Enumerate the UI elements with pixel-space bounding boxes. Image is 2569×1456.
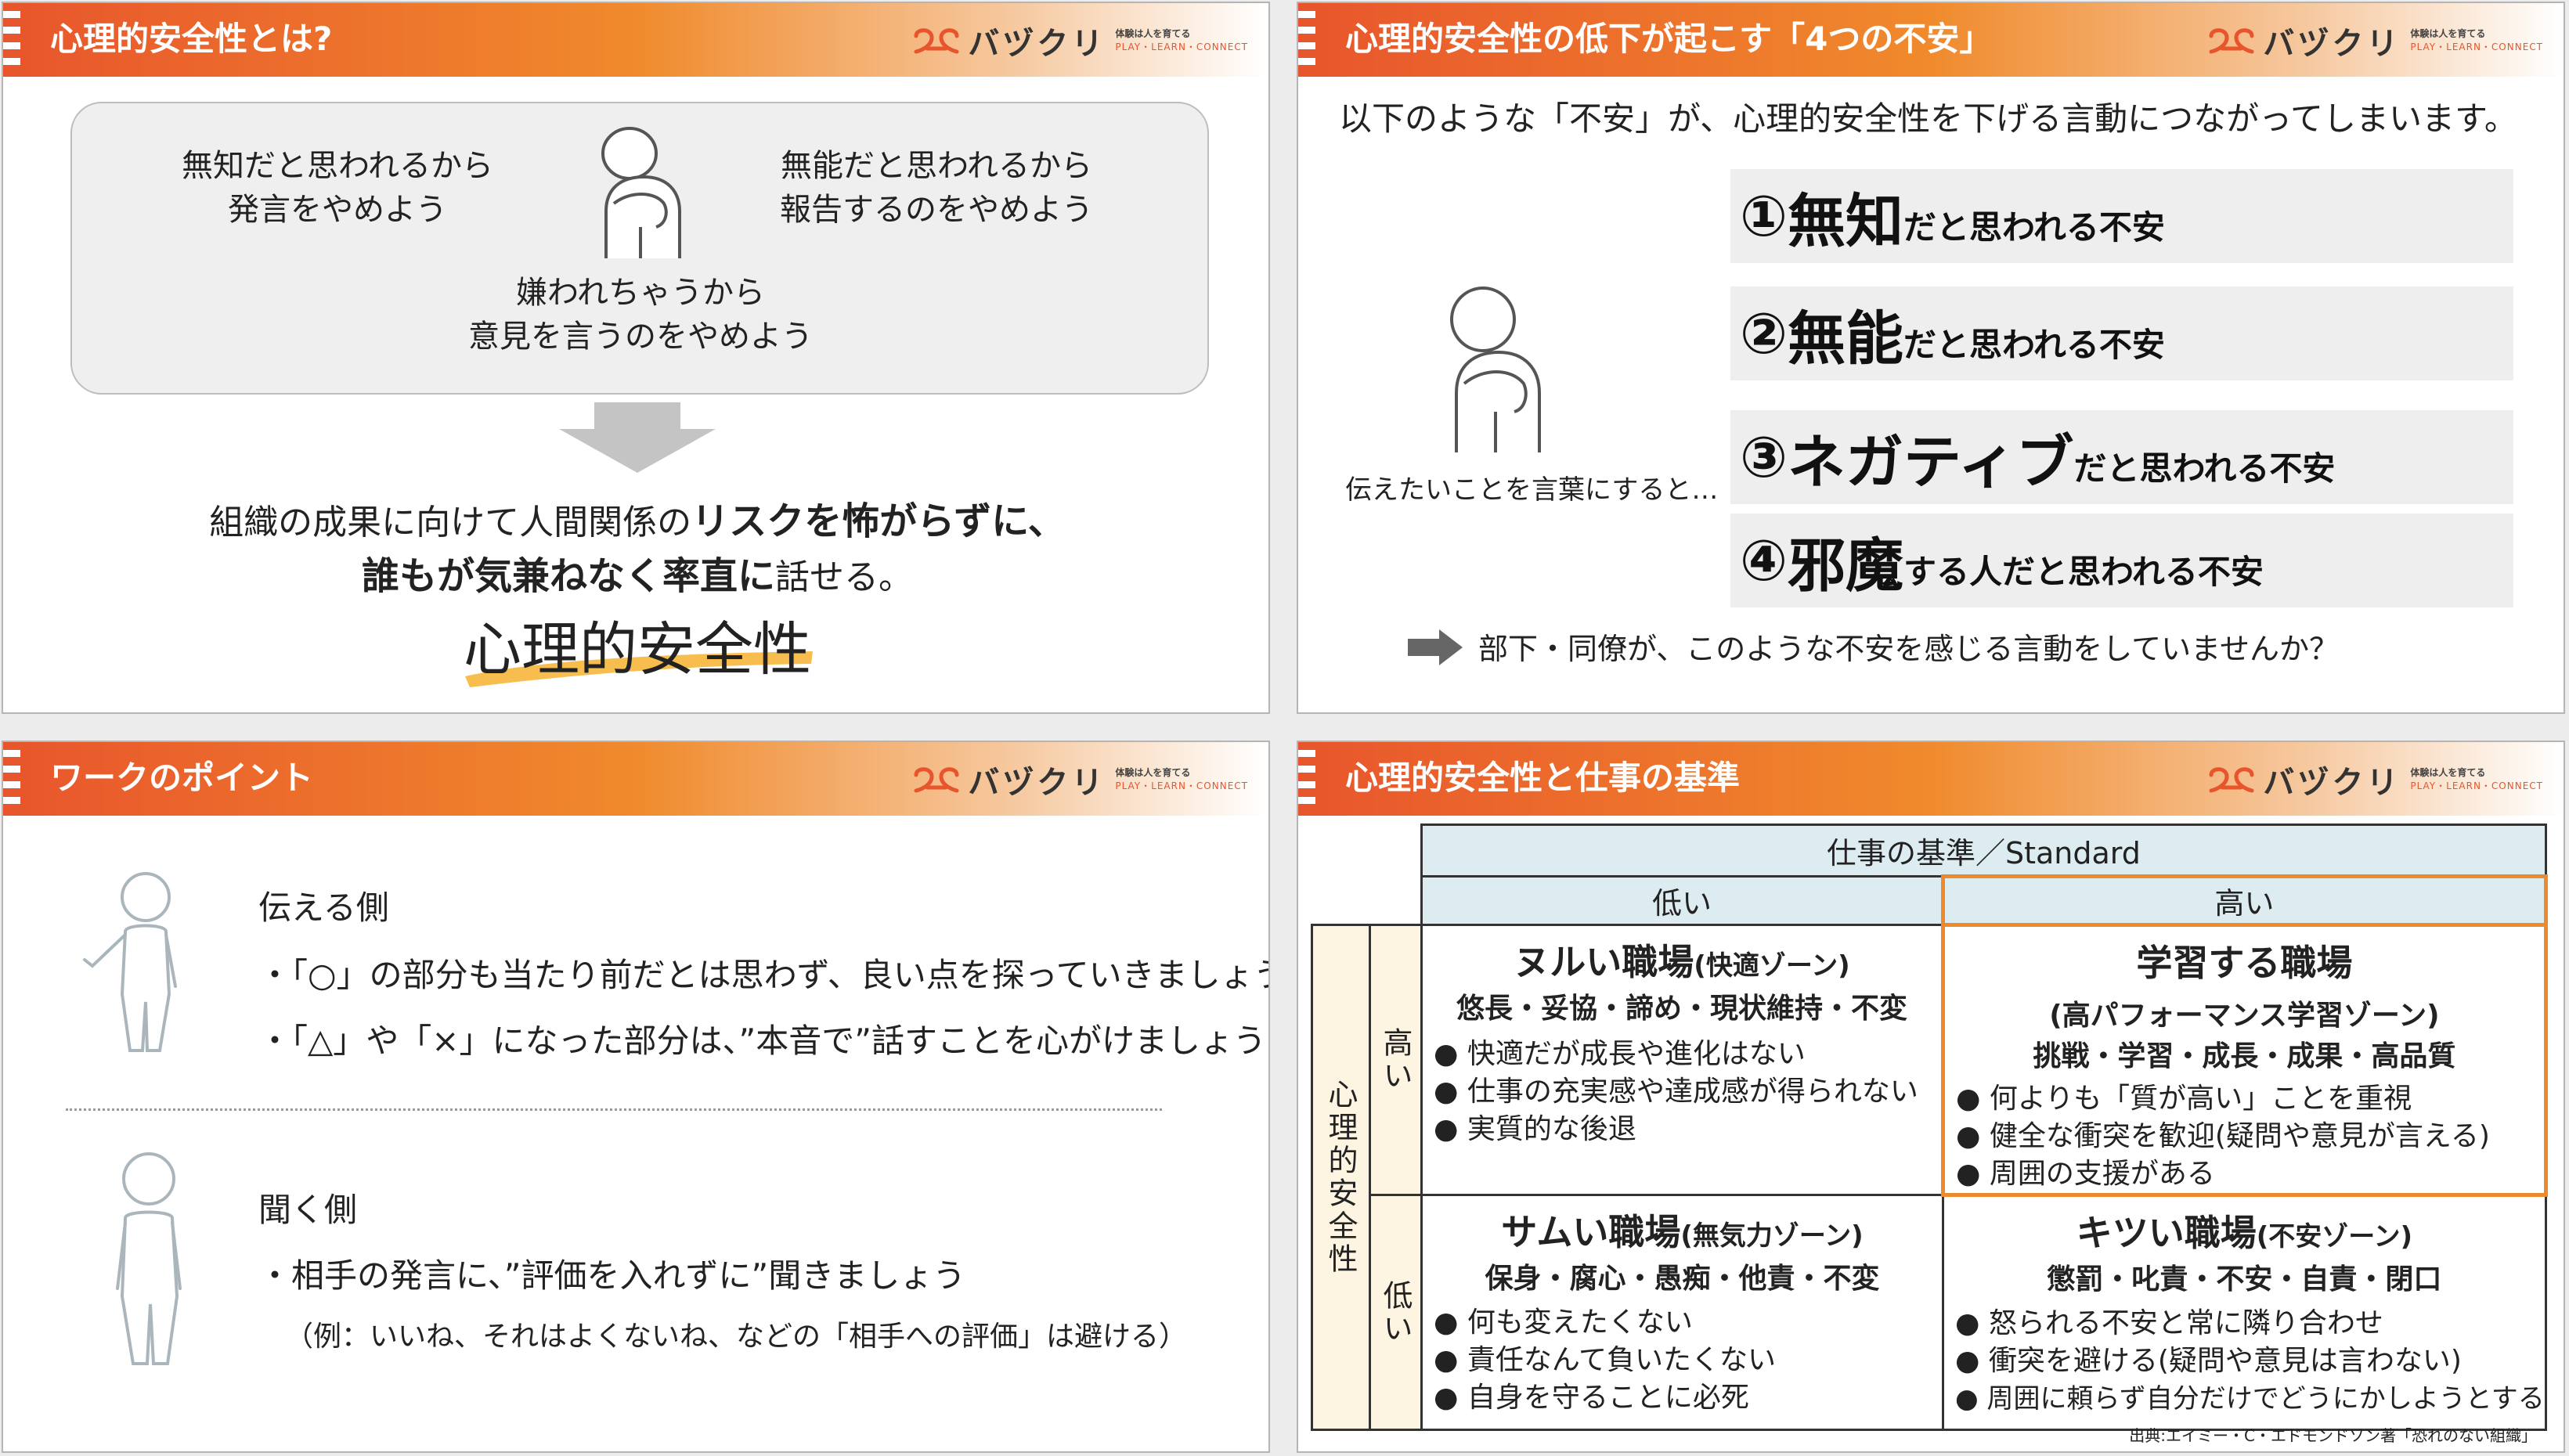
listener-example: （例：いいね、それはよくないね、などの「相手への評価」は避ける）: [285, 1321, 1188, 1353]
knot-logo-icon: [2209, 28, 2254, 54]
logo-tagline: 体験は人を育てる PLAY・LEARN・CONNECT: [2410, 28, 2543, 52]
logo-tagline: 体験は人を育てる PLAY・LEARN・CONNECT: [2410, 767, 2543, 791]
zone-lukewarm: ヌルい職場(快適ゾーン) 悠長・妥協・諦め・現状維持・不変 ● 快適だが成長や進…: [1420, 924, 1944, 1196]
keyword-psychological-safety: 心理的安全性: [464, 616, 811, 683]
slide-title: 心理的安全性と仕事の基準: [1345, 759, 1741, 797]
zone-cold: サムい職場(無気力ゾーン) 保身・腐心・愚痴・他責・不変 ● 何も変えたくない …: [1420, 1194, 1944, 1431]
reflection-question: 部下・同僚が、このような不安を感じる言動をしていませんか？: [1478, 632, 2339, 666]
caption-putting-into-words: 伝えたいことを言葉にすると…: [1345, 474, 1719, 506]
slide-title: ワークのポイント: [50, 759, 314, 797]
zone-harsh: キツい職場(不安ゾーン) 懲罰・叱責・不安・自責・閉口 ● 怒られる不安と常に隣…: [1942, 1194, 2547, 1431]
row-high: 高い: [1369, 924, 1423, 1196]
header-stripes: [3, 11, 20, 69]
logo-text: バヅクリ: [968, 26, 1106, 62]
row-header-safety: 心理的安全性: [1311, 924, 1371, 1431]
conclusion-line-1: 組織の成果に向けて人間関係のリスクを怖がらずに、: [209, 499, 1066, 543]
anxiety-item-incompetent: ② 無能 だと思われる不安: [1730, 287, 2513, 380]
logo-text: バヅクリ: [968, 765, 1106, 801]
hugging-knees-person-icon: [1450, 287, 1541, 452]
row-low: 低い: [1369, 1194, 1423, 1431]
listener-point-1: ・相手の発言に、”評価を入れずに”聞きましょう: [258, 1256, 966, 1295]
source-citation: 出典:エイミー・C・エドモンドソン著「恐れのない組織」: [2129, 1426, 2537, 1445]
anxiety-item-negative: ③ ネガティブ だと思われる不安: [1730, 410, 2513, 504]
slide-four-anxieties: 心理的安全性の低下が起こす「4つの不安」 バヅクリ 体験は人を育てる PLAY・…: [1297, 2, 2565, 714]
zone-learning: 学習する職場 (高パフォーマンス学習ゾーン) 挑戦・学習・成長・成果・高品質 ●…: [1941, 923, 2548, 1197]
listening-person-icon: [116, 1152, 182, 1365]
listener-heading: 聞く側: [258, 1191, 358, 1229]
slide-header: 心理的安全性の低下が起こす「4つの不安」 バヅクリ 体験は人を育てる PLAY・…: [1298, 3, 2564, 77]
column-high: 高い: [1941, 874, 2548, 927]
arrow-right-icon: [1408, 629, 1463, 665]
header-stripes: [1298, 11, 1315, 69]
brand-logo: バヅクリ 体験は人を育てる PLAY・LEARN・CONNECT: [911, 758, 1248, 802]
logo-text: バヅクリ: [2263, 26, 2401, 62]
conclusion-line-2: 誰もが気兼ねなく率直に話せる。: [361, 554, 913, 598]
slide-title: 心理的安全性とは?: [50, 20, 333, 58]
safety-standard-matrix: 仕事の基準／Standard 低い 高い 心理的安全性 高い ヌルい職場(快適ゾ…: [1311, 824, 2548, 1431]
speaker-point-2: ・「△」や「×」になった部分は、”本音で”話すことを心がけましょう: [258, 1022, 1267, 1060]
lead-text: 以下のような「不安」が、心理的安全性を下げる言動につながってしまいます。: [1339, 99, 2517, 138]
slide-header: 心理的安全性とは? バヅクリ 体験は人を育てる PLAY・LEARN・CONNE…: [3, 3, 1268, 77]
logo-text: バヅクリ: [2263, 765, 2401, 801]
slide-header: 心理的安全性と仕事の基準 バヅクリ 体験は人を育てる PLAY・LEARN・CO…: [1298, 742, 2564, 816]
quote-disliked: 嫌われちゃうから 意見を言うのをやめよう: [468, 275, 813, 355]
brand-logo: バヅクリ 体験は人を育てる PLAY・LEARN・CONNECT: [911, 19, 1248, 63]
anxiety-item-ignorant: ① 無知 だと思われる不安: [1730, 169, 2513, 263]
slide-title: 心理的安全性の低下が起こす「4つの不安」: [1345, 20, 1993, 58]
column-header-standard: 仕事の基準／Standard: [1420, 824, 2547, 878]
slide-work-points: ワークのポイント バヅクリ 体験は人を育てる PLAY・LEARN・CONNEC…: [2, 741, 1270, 1453]
hugging-knees-person-icon: [601, 127, 681, 258]
logo-tagline: 体験は人を育てる PLAY・LEARN・CONNECT: [1115, 28, 1248, 52]
speaker-point-1: ・「○」の部分も当たり前だとは思わず、良い点を探っていきましょう: [258, 956, 1270, 994]
speaking-person-icon: [83, 872, 177, 1052]
quote-incompetent: 無能だと思われるから 報告するのをやめよう: [780, 148, 1093, 228]
anxiety-item-disruptive: ④ 邪魔 する人だと思われる不安: [1730, 514, 2513, 607]
brand-logo: バヅクリ 体験は人を育てる PLAY・LEARN・CONNECT: [2206, 758, 2543, 802]
corner-cell: [1312, 824, 1423, 926]
slide-what-is-psychological-safety: 心理的安全性とは? バヅクリ 体験は人を育てる PLAY・LEARN・CONNE…: [2, 2, 1270, 714]
header-stripes: [3, 750, 20, 808]
slide-header: ワークのポイント バヅクリ 体験は人を育てる PLAY・LEARN・CONNEC…: [3, 742, 1268, 816]
slide-safety-vs-standards: 心理的安全性と仕事の基準 バヅクリ 体験は人を育てる PLAY・LEARN・CO…: [1297, 741, 2565, 1453]
quote-ignorant: 無知だと思われるから 発言をやめよう: [182, 148, 493, 228]
arrow-down-icon: [559, 402, 716, 473]
column-low: 低い: [1420, 875, 1944, 926]
logo-tagline: 体験は人を育てる PLAY・LEARN・CONNECT: [1115, 767, 1248, 791]
knot-logo-icon: [914, 767, 959, 793]
speaker-heading: 伝える側: [258, 888, 389, 927]
knot-logo-icon: [2209, 767, 2254, 793]
knot-logo-icon: [914, 28, 959, 54]
header-stripes: [1298, 750, 1315, 808]
brand-logo: バヅクリ 体験は人を育てる PLAY・LEARN・CONNECT: [2206, 19, 2543, 63]
section-divider: [66, 1108, 1162, 1111]
